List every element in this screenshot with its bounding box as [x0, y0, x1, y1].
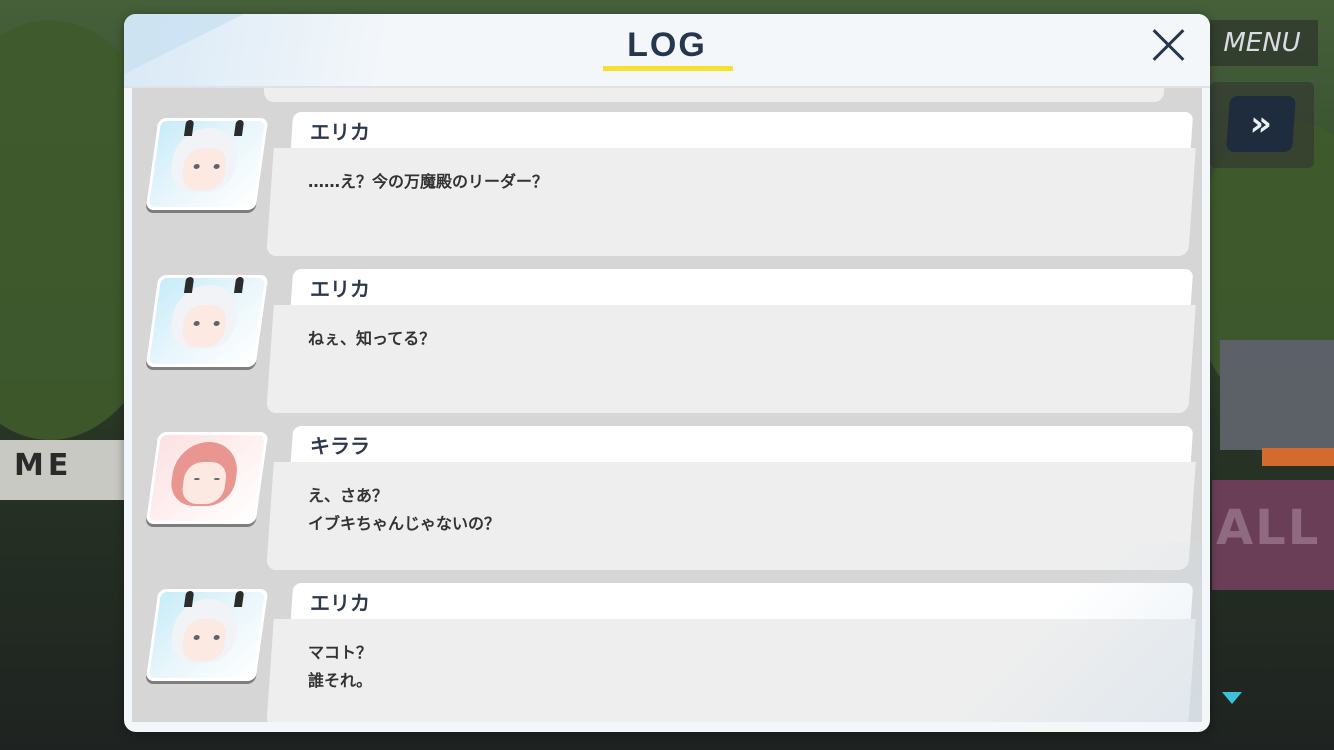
list-item: エリカ ……え？今の万魔殿のリーダー？	[132, 112, 1202, 260]
message-text: え、さあ？ イブキちゃんじゃないの？	[308, 486, 501, 533]
list-item: エリカ ねぇ、知ってる？	[132, 269, 1202, 417]
background-building	[1220, 340, 1334, 450]
close-icon[interactable]	[1150, 26, 1188, 64]
message-text: ねぇ、知ってる？	[308, 329, 436, 348]
previous-entry-tail	[264, 88, 1164, 102]
background-stripe	[1262, 448, 1334, 466]
log-list[interactable]: エリカ ……え？今の万魔殿のリーダー？ エリカ ねぇ、知ってる？ キララ え、さ…	[132, 88, 1202, 722]
kirara-avatar	[145, 432, 269, 524]
page-title: LOG	[627, 26, 707, 64]
message-text: ……え？今の万魔殿のリーダー？	[308, 172, 549, 191]
list-item: キララ え、さあ？ イブキちゃんじゃないの？	[132, 426, 1202, 574]
background-sign: ME	[0, 440, 128, 500]
erika-avatar	[145, 275, 269, 367]
background-sign: ALL	[1212, 480, 1334, 590]
speaker-name-bar	[290, 269, 1194, 305]
speaker-name-bar	[290, 426, 1194, 462]
list-item: エリカ マコト？ 誰それ。	[132, 583, 1202, 722]
log-header: LOG	[124, 14, 1210, 86]
speaker-name: エリカ	[310, 277, 370, 301]
erika-avatar	[145, 589, 269, 681]
message-box	[266, 305, 1196, 413]
scroll-down-icon[interactable]	[1222, 692, 1242, 704]
speaker-name: エリカ	[310, 120, 370, 144]
menu-button[interactable]: MENU	[1206, 20, 1318, 66]
speaker-name: エリカ	[310, 591, 370, 615]
speaker-name-bar	[290, 112, 1194, 148]
log-panel: LOG エリカ ……え？今の万魔殿のリーダー？ エリカ ねぇ、知ってる？ キララ…	[124, 14, 1210, 732]
message-text: マコト？ 誰それ。	[308, 643, 373, 690]
message-box	[266, 148, 1196, 256]
title-underline	[603, 66, 733, 71]
erika-avatar	[145, 118, 269, 210]
fast-forward-icon[interactable]: »	[1226, 96, 1296, 152]
speaker-name-bar	[290, 583, 1194, 619]
speaker-name: キララ	[310, 434, 370, 458]
